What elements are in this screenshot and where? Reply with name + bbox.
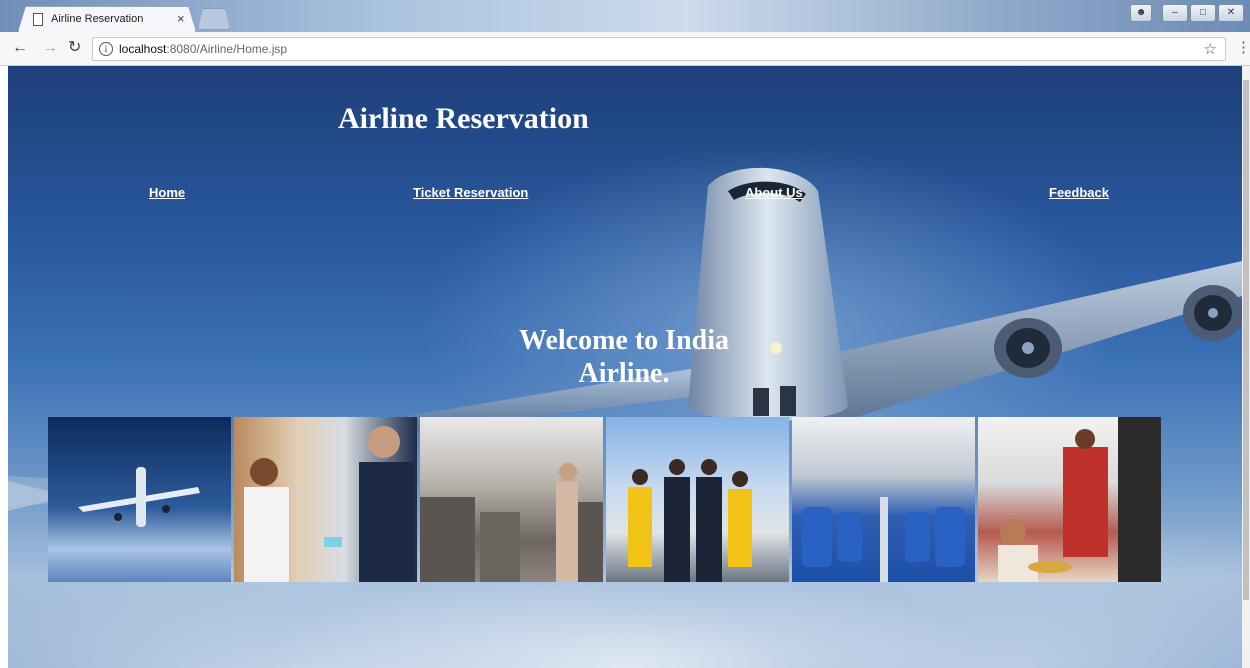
welcome-line-1: Welcome to India	[519, 325, 729, 356]
scrollbar-thumb[interactable]	[1243, 80, 1249, 600]
tab-strip: Airline Reservation × ☻ – □ ✕	[0, 0, 1250, 32]
photo-gallery	[48, 417, 1161, 582]
browser-toolbar: ← → ↻ i localhost:8080/Airline/Home.jsp …	[0, 32, 1250, 66]
close-tab-icon[interactable]: ×	[177, 11, 185, 26]
new-tab-button[interactable]	[198, 8, 230, 30]
menu-dots-icon[interactable]: ⋮	[1236, 38, 1250, 56]
user-icon[interactable]: ☻	[1130, 4, 1152, 22]
url-text: localhost:8080/Airline/Home.jsp	[119, 42, 288, 56]
crew-group-photo	[606, 417, 789, 582]
check-in-counter-photo	[234, 417, 417, 582]
welcome-heading: Welcome to India Airline.	[488, 324, 760, 390]
bookmark-star-icon[interactable]: ☆	[1204, 40, 1217, 58]
close-window-button[interactable]: ✕	[1218, 4, 1244, 22]
nav-ticket-reservation-link[interactable]: Ticket Reservation	[413, 185, 528, 200]
reload-icon[interactable]: ↻	[68, 39, 81, 57]
empty-cabin-seats-photo	[792, 417, 975, 582]
browser-tab[interactable]: Airline Reservation ×	[18, 6, 196, 32]
minimize-button[interactable]: –	[1162, 4, 1188, 22]
site-title: Airline Reservation	[338, 102, 589, 135]
nav-about-us-link[interactable]: About Us	[745, 185, 803, 200]
browser-chrome: Airline Reservation × ☻ – □ ✕ ← → ↻ i lo…	[0, 0, 1250, 66]
welcome-line-2: Airline.	[578, 358, 670, 389]
forward-arrow-icon[interactable]: →	[42, 39, 58, 57]
page-viewport: Airline Reservation Home Ticket Reservat…	[8, 66, 1242, 668]
maximize-button[interactable]: □	[1190, 4, 1216, 22]
nav-home-link[interactable]: Home	[149, 185, 185, 200]
nav-feedback-link[interactable]: Feedback	[1049, 185, 1109, 200]
airplane-in-sky-photo	[48, 417, 231, 582]
address-bar[interactable]: i localhost:8080/Airline/Home.jsp ☆	[92, 37, 1226, 61]
info-icon[interactable]: i	[99, 42, 113, 56]
page-icon	[33, 13, 43, 26]
in-flight-meal-photo	[978, 417, 1161, 582]
window-controls: ☻ – □ ✕	[1130, 4, 1244, 24]
tab-title: Airline Reservation	[51, 13, 144, 25]
back-arrow-icon[interactable]: ←	[12, 39, 28, 57]
cabin-attendant-photo	[420, 417, 603, 582]
